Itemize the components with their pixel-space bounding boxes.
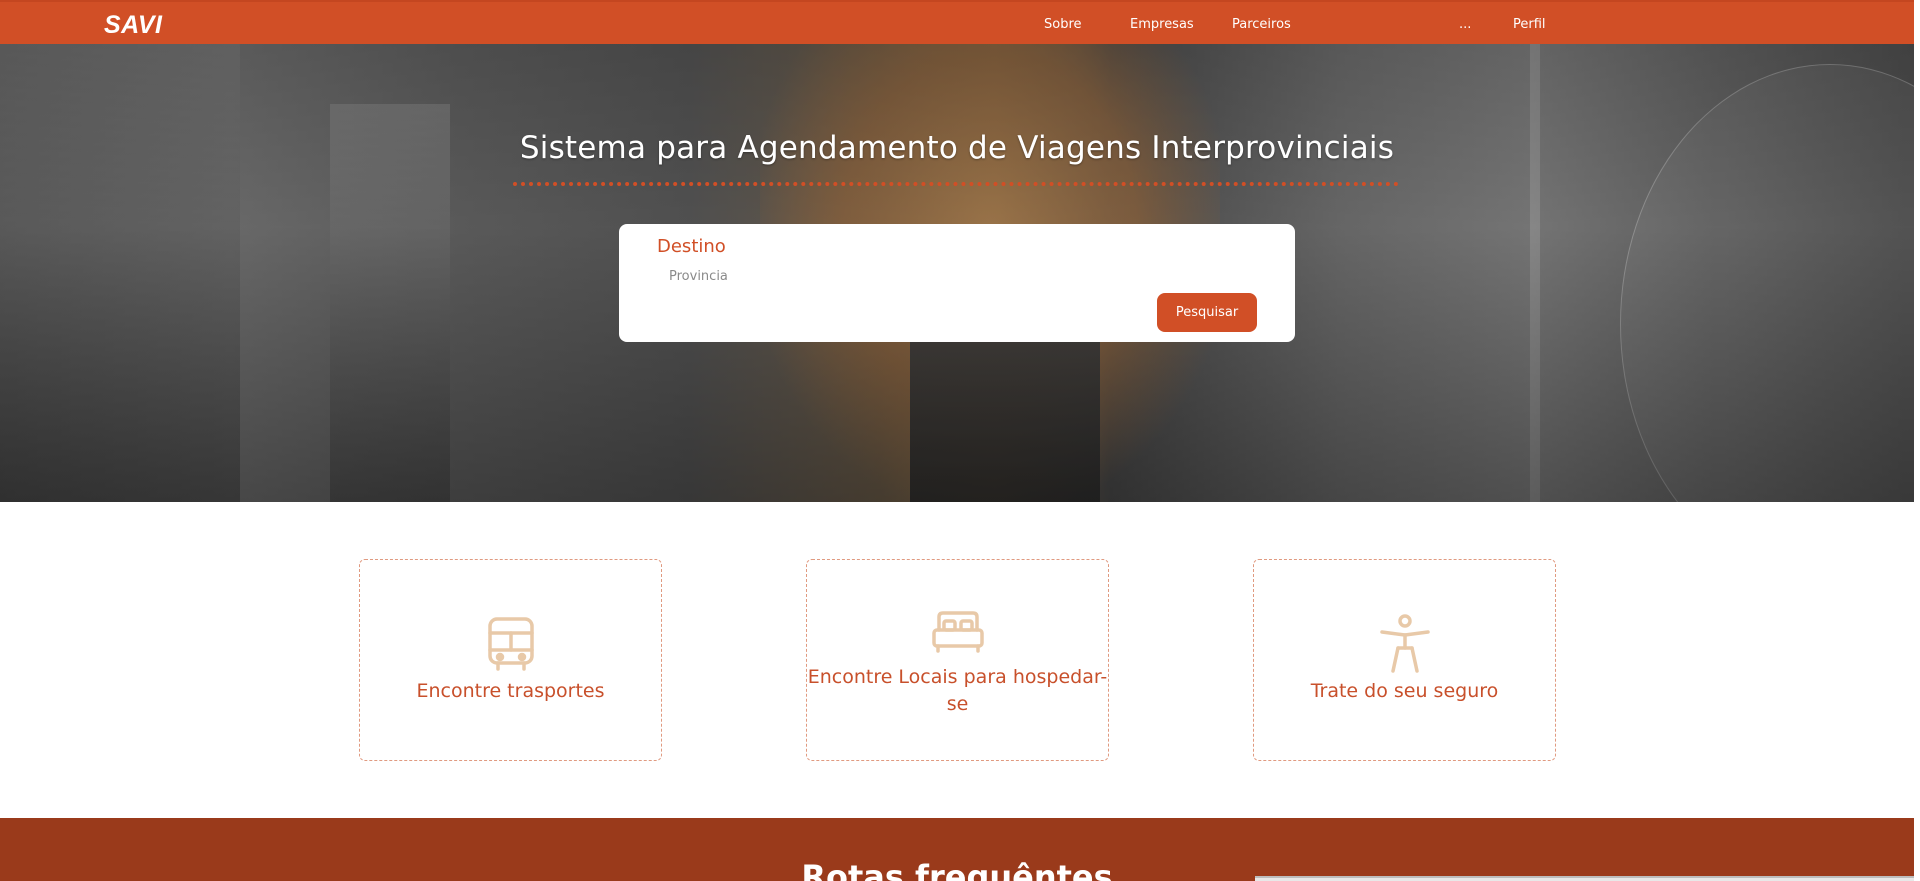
destination-input[interactable] (669, 264, 1069, 288)
bus-icon (360, 616, 661, 672)
routes-panel (1255, 876, 1914, 881)
feature-card-lodging[interactable]: Encontre Locais para hospedar-se (806, 559, 1109, 761)
feature-label-transport: Encontre trasportes (416, 680, 605, 702)
search-card: Destino Pesquisar (619, 224, 1295, 342)
top-navbar: SAVI Sobre Empresas Parceiros ... Perfil (0, 0, 1914, 44)
bed-icon (807, 610, 1108, 654)
brand-logo[interactable]: SAVI (104, 11, 163, 40)
feature-card-insurance[interactable]: Trate do seu seguro (1253, 559, 1556, 761)
nav-link-perfil[interactable]: Perfil (1513, 17, 1546, 32)
search-button[interactable]: Pesquisar (1157, 293, 1257, 332)
hero-title: Sistema para Agendamento de Viagens Inte… (519, 130, 1395, 166)
accessibility-icon (1254, 614, 1555, 674)
feature-card-transport[interactable]: Encontre trasportes (359, 559, 662, 761)
feature-label-lodging: Encontre Locais para hospedar-se (807, 666, 1108, 715)
nav-link-parceiros[interactable]: Parceiros (1232, 17, 1291, 32)
frequent-routes-section: Rotas frequêntes (0, 818, 1914, 881)
nav-link-sobre[interactable]: Sobre (1044, 17, 1082, 32)
nav-link-empresas[interactable]: Empresas (1130, 17, 1194, 32)
nav-link-more[interactable]: ... (1459, 17, 1471, 32)
feature-label-insurance: Trate do seu seguro (1310, 680, 1499, 702)
hero-section: Sistema para Agendamento de Viagens Inte… (0, 44, 1914, 502)
search-label: Destino (657, 236, 726, 257)
title-underline (513, 182, 1399, 186)
